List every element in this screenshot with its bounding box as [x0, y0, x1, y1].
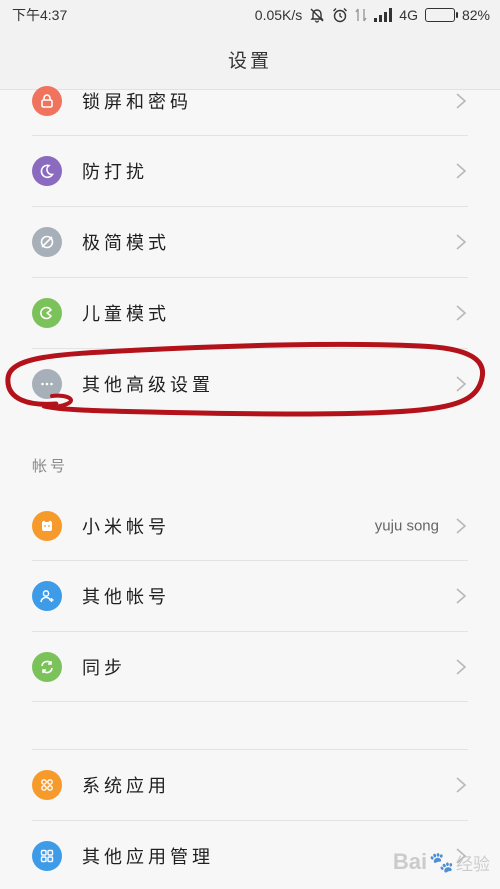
alarm-icon [332, 7, 348, 23]
chevron-right-icon [456, 93, 467, 109]
settings-item-label: 儿童模式 [82, 304, 170, 325]
paw-logo-icon: 🐾 [429, 851, 454, 874]
settings-item-label: 同步 [82, 658, 126, 679]
battery-icon [424, 8, 458, 22]
data-transfer-icon [355, 7, 367, 23]
settings-item-child-mode[interactable]: 儿童模式 [0, 278, 500, 348]
lock-icon [32, 86, 62, 116]
settings-item-system-apps[interactable]: 系统应用 [0, 750, 500, 820]
watermark-text: Bai [392, 849, 428, 874]
battery-percent: 82% [461, 7, 490, 23]
settings-item-label: 极简模式 [82, 233, 170, 254]
chevron-right-icon [456, 588, 467, 604]
child-mode-icon [32, 298, 62, 328]
chevron-right-icon [456, 518, 467, 534]
moon-icon [32, 156, 62, 186]
settings-item-advanced[interactable]: 其他高级设置 [0, 349, 500, 419]
settings-item-label: 其他帐号 [82, 587, 170, 608]
status-time: 下午4:37 [12, 7, 68, 23]
settings-item-label: 其他应用管理 [82, 847, 214, 868]
settings-item-label: 锁屏和密码 [82, 92, 192, 113]
chevron-right-icon [456, 163, 467, 179]
signal-icon [374, 8, 393, 22]
chevron-right-icon [456, 305, 467, 321]
system-apps-icon [32, 770, 62, 800]
mi-account-icon [32, 511, 62, 541]
settings-item-simple-mode[interactable]: 极简模式 [0, 207, 500, 277]
settings-item-sync[interactable]: 同步 [0, 632, 500, 702]
more-icon [32, 369, 62, 399]
chevron-right-icon [456, 376, 467, 392]
simple-mode-icon [32, 227, 62, 257]
sync-icon [32, 652, 62, 682]
settings-item-lock-screen[interactable]: 锁屏和密码 [0, 66, 500, 136]
settings-item-mi-account[interactable]: 小米帐号 yuju song [0, 491, 500, 561]
baidu-watermark: Bai 🐾 经验 [393, 849, 490, 875]
chevron-right-icon [456, 777, 467, 793]
settings-item-do-not-disturb[interactable]: 防打扰 [0, 136, 500, 206]
add-account-icon [32, 581, 62, 611]
settings-item-label: 系统应用 [82, 776, 170, 797]
settings-item-label: 其他高级设置 [82, 375, 214, 396]
status-bar: 下午4:37 0.05K/s 4G 82% [0, 0, 500, 30]
chevron-right-icon [456, 234, 467, 250]
status-speed: 0.05K/s [254, 7, 303, 23]
chevron-right-icon [456, 659, 467, 675]
watermark-suffix: 经验 [456, 854, 490, 874]
status-icons: 0.05K/s 4G 82% [255, 7, 490, 23]
settings-item-label: 小米帐号 [82, 517, 170, 538]
network-type: 4G [399, 7, 418, 23]
settings-item-label: 防打扰 [82, 162, 148, 183]
section-header-accounts: 帐号 [32, 457, 69, 475]
app-manager-icon [32, 841, 62, 871]
mute-bell-icon [309, 7, 325, 23]
divider [32, 701, 468, 702]
settings-item-other-accounts[interactable]: 其他帐号 [0, 561, 500, 631]
account-username: yuju song [374, 517, 439, 535]
